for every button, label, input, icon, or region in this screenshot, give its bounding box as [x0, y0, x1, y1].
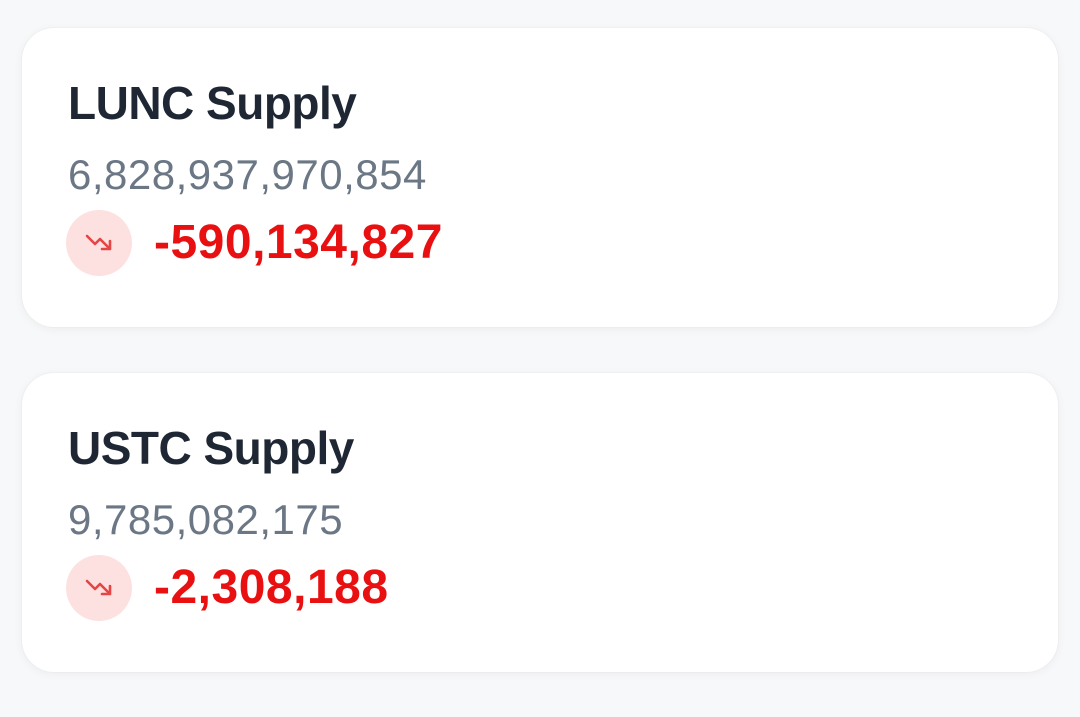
supply-change-row: -2,308,188	[66, 555, 389, 621]
ustc-supply-card: USTC Supply 9,785,082,175 -2,308,188	[22, 373, 1058, 672]
supply-change-value: -590,134,827	[154, 216, 443, 269]
trending-down-icon	[66, 555, 132, 621]
card-title: LUNC Supply	[68, 77, 357, 129]
trending-down-icon	[66, 210, 132, 276]
lunc-supply-card: LUNC Supply 6,828,937,970,854 -590,134,8…	[22, 28, 1058, 327]
card-title: USTC Supply	[68, 422, 354, 474]
supply-change-row: -590,134,827	[66, 210, 443, 276]
supply-value: 6,828,937,970,854	[68, 151, 427, 198]
supply-change-value: -2,308,188	[154, 561, 389, 614]
supply-value: 9,785,082,175	[68, 496, 344, 543]
